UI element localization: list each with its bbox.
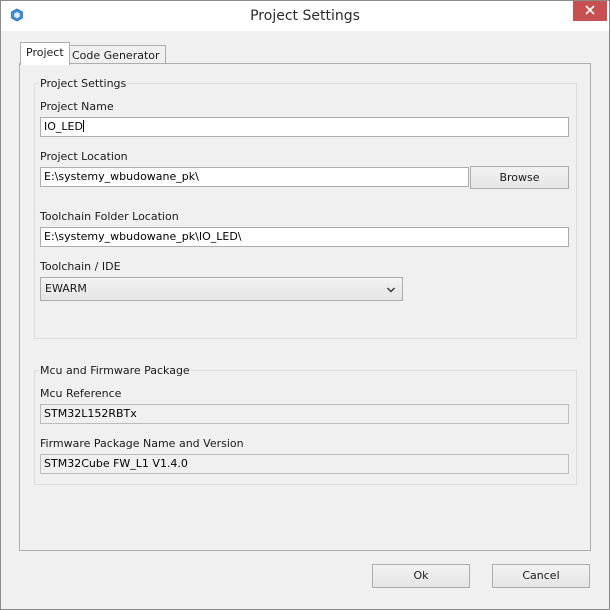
title-bar[interactable]: Project Settings xyxy=(1,1,609,31)
firmware-package-label: Firmware Package Name and Version xyxy=(40,437,244,450)
project-name-label: Project Name xyxy=(40,100,114,113)
project-location-input[interactable]: E:\systemy_wbudowane_pk\ xyxy=(40,167,469,187)
cancel-button[interactable]: Cancel xyxy=(492,564,590,588)
close-button[interactable] xyxy=(573,1,607,21)
close-icon xyxy=(585,4,595,18)
tab-project[interactable]: Project xyxy=(20,42,70,65)
project-name-value: IO_LED xyxy=(44,120,83,133)
ok-button[interactable]: Ok xyxy=(372,564,470,588)
mcu-reference-field: STM32L152RBTx xyxy=(40,404,569,424)
firmware-package-field: STM32Cube FW_L1 V1.4.0 xyxy=(40,454,569,474)
project-location-label: Project Location xyxy=(40,150,128,163)
mcu-reference-label: Mcu Reference xyxy=(40,387,122,400)
toolchain-folder-label: Toolchain Folder Location xyxy=(40,210,179,223)
toolchain-folder-input[interactable]: E:\systemy_wbudowane_pk\IO_LED\ xyxy=(40,227,569,247)
dialog-content: Project Code Generator Project Settings … xyxy=(1,31,609,609)
toolchain-ide-selected: EWARM xyxy=(45,282,87,295)
tab-code-generator[interactable]: Code Generator xyxy=(66,45,166,65)
toolchain-ide-select[interactable]: EWARM xyxy=(40,277,403,301)
project-name-input[interactable]: IO_LED xyxy=(40,117,569,137)
project-settings-window: Project Settings Project Code Generator … xyxy=(0,0,610,610)
project-settings-group-title: Project Settings xyxy=(39,77,128,90)
browse-button[interactable]: Browse xyxy=(470,166,569,189)
toolchain-ide-label: Toolchain / IDE xyxy=(40,260,121,273)
chevron-down-icon xyxy=(386,282,396,304)
text-caret xyxy=(82,120,84,132)
tab-panel-project: Project Settings Project Name IO_LED Pro… xyxy=(19,63,591,551)
mcu-firmware-group-title: Mcu and Firmware Package xyxy=(39,364,191,377)
window-title: Project Settings xyxy=(250,8,360,24)
